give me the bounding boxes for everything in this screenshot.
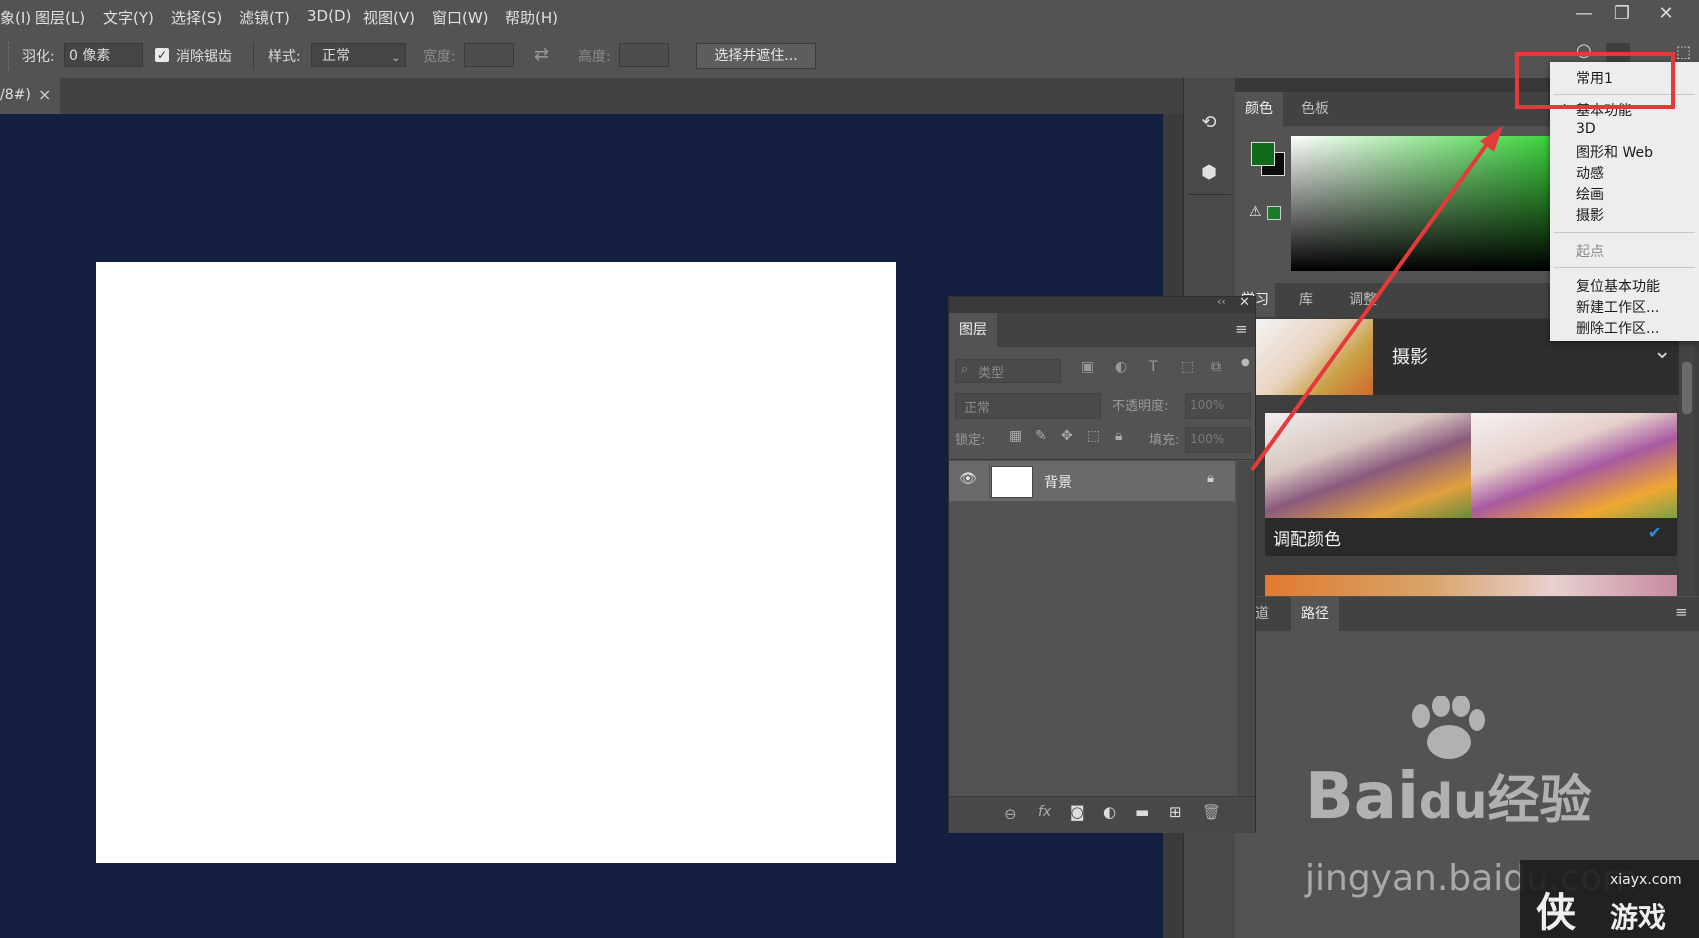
watermark-du: du (1418, 774, 1488, 830)
menu-item-new-workspace[interactable]: 新建工作区... (1576, 297, 1659, 317)
paw-logo-icon (1405, 695, 1485, 760)
baidu-watermark: Baidu经验 (1305, 758, 1591, 838)
watermark-suffix: 经验 (1487, 771, 1592, 831)
site-badge-domain: xiayx.com (1610, 872, 1682, 888)
menu-item-workspace-web[interactable]: 图形和 Web (1576, 142, 1653, 162)
menu-item-workspace-painting[interactable]: 绘画 (1576, 184, 1604, 204)
menu-item-reset-workspace[interactable]: 复位基本功能 (1576, 276, 1660, 296)
site-badge-char: 侠 (1536, 890, 1576, 936)
menu-item-workspace-photography[interactable]: 摄影 (1576, 205, 1604, 225)
foreground-color-swatch[interactable] (1251, 142, 1275, 166)
annotation-highlight-box (1515, 52, 1675, 109)
menu-item-workspace-start: 起点 (1576, 244, 1604, 260)
watermark-brand: Bai (1305, 760, 1419, 834)
site-badge-text: 游戏 (1610, 901, 1667, 934)
menu-item-workspace-3d[interactable]: 3D (1576, 121, 1596, 137)
menu-separator (1554, 232, 1695, 233)
menu-item-workspace-motion[interactable]: 动感 (1576, 163, 1604, 183)
menu-separator (1554, 267, 1695, 268)
site-badge: xiayx.com 侠 游戏 (1520, 860, 1699, 938)
menu-item-delete-workspace[interactable]: 删除工作区... (1576, 318, 1659, 338)
